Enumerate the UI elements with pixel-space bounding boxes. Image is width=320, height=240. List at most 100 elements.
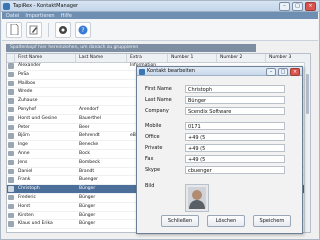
menu-importieren[interactable]: Importieren	[25, 13, 54, 19]
last-name-cell[interactable]	[77, 88, 127, 96]
last-name-cell[interactable]: Bünger	[77, 185, 127, 193]
last-name-cell[interactable]: Behrendt	[77, 132, 127, 140]
toolbar-separator	[48, 22, 49, 37]
last-name-cell[interactable]	[77, 97, 127, 105]
header-number-2[interactable]: Number 2	[218, 54, 266, 62]
last-name-cell[interactable]: Bauerthel	[77, 115, 127, 123]
last-name-cell[interactable]	[77, 62, 127, 70]
new-document-button[interactable]	[6, 21, 22, 38]
first-name-cell[interactable]: Frank	[16, 176, 76, 184]
first-name-cell[interactable]: PeSa	[16, 71, 76, 79]
last-name-cell[interactable]: Bünger	[77, 212, 127, 220]
last-name-cell[interactable]: Brandt	[77, 168, 127, 176]
contact-avatar-icon	[8, 71, 14, 78]
svg-text:?: ?	[81, 27, 84, 34]
first-name-cell[interactable]: Jens	[16, 159, 76, 167]
office-field[interactable]: +49 (5	[185, 133, 285, 141]
close-dialog-button[interactable]: Schließen	[161, 215, 199, 227]
avatar-cell	[7, 124, 15, 132]
first-name-cell[interactable]: Anne	[16, 150, 76, 158]
last-name-cell[interactable]: Beer	[77, 124, 127, 132]
avatar-cell	[7, 62, 15, 70]
last-name-cell[interactable]: Benecke	[77, 141, 127, 149]
fax-field[interactable]: +49 (5	[185, 155, 285, 163]
contact-avatar-icon	[8, 98, 14, 104]
first-name-cell[interactable]: Kirsten	[16, 212, 76, 220]
first-name-cell[interactable]: Daniel	[16, 168, 76, 176]
settings-icon	[59, 25, 67, 34]
mobile-field[interactable]: 0171	[185, 122, 285, 130]
first-name-cell[interactable]: Zuhause	[16, 97, 76, 105]
last-name-label: Last Name	[145, 97, 172, 103]
edit-button[interactable]	[26, 21, 42, 38]
settings-button[interactable]	[55, 21, 71, 38]
company-field[interactable]: Scendix Software	[185, 107, 285, 115]
skype-field[interactable]: cbuenger	[185, 166, 285, 174]
last-name-cell[interactable]: Bombeck	[77, 159, 127, 167]
header-avatar[interactable]	[7, 54, 15, 62]
contact-avatar-icon	[8, 63, 14, 69]
fax-label: Fax	[145, 156, 154, 162]
first-name-cell[interactable]: Horst und Gesine	[16, 115, 76, 123]
last-name-cell[interactable]	[77, 80, 127, 88]
last-name-field[interactable]: Bünger	[185, 96, 285, 104]
header-last-name[interactable]: Last Name	[77, 54, 127, 62]
close-button[interactable]: ×	[305, 2, 316, 11]
dialog-app-icon	[139, 68, 145, 75]
first-name-cell[interactable]: Klaus und Erika	[16, 220, 76, 228]
minimize-button[interactable]: –	[279, 2, 290, 11]
first-name-field[interactable]: Christoph	[185, 85, 285, 93]
dialog-close-button[interactable]: ×	[290, 68, 300, 76]
group-by-hint[interactable]: Spaltenkopf hier hereinziehen, um danach…	[6, 44, 256, 52]
header-first-name[interactable]: First Name	[16, 54, 76, 62]
last-name-cell[interactable]: Bünger	[77, 220, 127, 228]
first-name-cell[interactable]: Christoph	[16, 185, 76, 193]
last-name-cell[interactable]	[77, 71, 127, 79]
first-name-cell[interactable]: Ponyhof	[16, 106, 76, 114]
contact-avatar-icon	[8, 212, 14, 219]
first-name-cell[interactable]: Peter	[16, 124, 76, 132]
first-name-cell[interactable]: Björn	[16, 132, 76, 140]
header-number-3[interactable]: Number 3	[267, 54, 310, 62]
photo-label: Bild	[145, 183, 155, 189]
contact-photo[interactable]	[185, 184, 209, 212]
last-name-cell[interactable]: Buenger	[77, 176, 127, 184]
dialog-minimize-button[interactable]: –	[266, 68, 276, 76]
skype-label: Skype	[145, 167, 161, 173]
first-name-cell[interactable]: Horst	[16, 203, 76, 211]
first-name-cell[interactable]: Wrede	[16, 88, 76, 96]
maximize-button[interactable]: □	[292, 2, 303, 11]
avatar-cell	[7, 150, 15, 158]
contact-avatar-icon	[8, 221, 14, 227]
delete-contact-button[interactable]: Löschen	[207, 215, 245, 227]
office-label: Office	[145, 134, 160, 140]
dialog-maximize-button[interactable]: □	[278, 68, 288, 76]
last-name-cell[interactable]: Bock	[77, 150, 127, 158]
first-name-cell[interactable]: Frederic	[16, 194, 76, 202]
first-name-cell[interactable]: Mailbox	[16, 80, 76, 88]
last-name-cell[interactable]: Bünger	[77, 194, 127, 202]
save-contact-button[interactable]: Speichern	[253, 215, 291, 227]
new-document-icon	[10, 24, 18, 35]
first-name-cell[interactable]: Alexander	[16, 62, 76, 70]
scroll-thumb[interactable]	[306, 74, 309, 114]
avatar-cell	[7, 176, 15, 184]
last-name-cell[interactable]: Arendorf	[77, 106, 127, 114]
menu-hilfe[interactable]: Hilfe	[61, 13, 72, 19]
help-button[interactable]: ?	[75, 21, 91, 38]
private-field[interactable]: +49 (5	[185, 144, 285, 152]
person-photo-icon	[188, 187, 206, 209]
menu-datei[interactable]: Datei	[6, 13, 19, 19]
contact-avatar-icon	[8, 124, 14, 131]
header-extra-information[interactable]: Extra Information	[128, 54, 168, 68]
last-name-cell[interactable]: Bünger	[77, 203, 127, 211]
contact-avatar-icon	[8, 159, 14, 166]
window-title: TapiRex - KontaktManager	[13, 3, 79, 9]
avatar-cell	[7, 97, 15, 105]
toolbar: ?	[2, 19, 318, 41]
avatar-cell	[7, 88, 15, 96]
grid-scrollbar[interactable]	[304, 62, 310, 232]
first-name-cell[interactable]: Inge	[16, 141, 76, 149]
header-number-1[interactable]: Number 1	[169, 54, 217, 62]
title-bar[interactable]: TapiRex - KontaktManager – □ ×	[1, 1, 319, 12]
